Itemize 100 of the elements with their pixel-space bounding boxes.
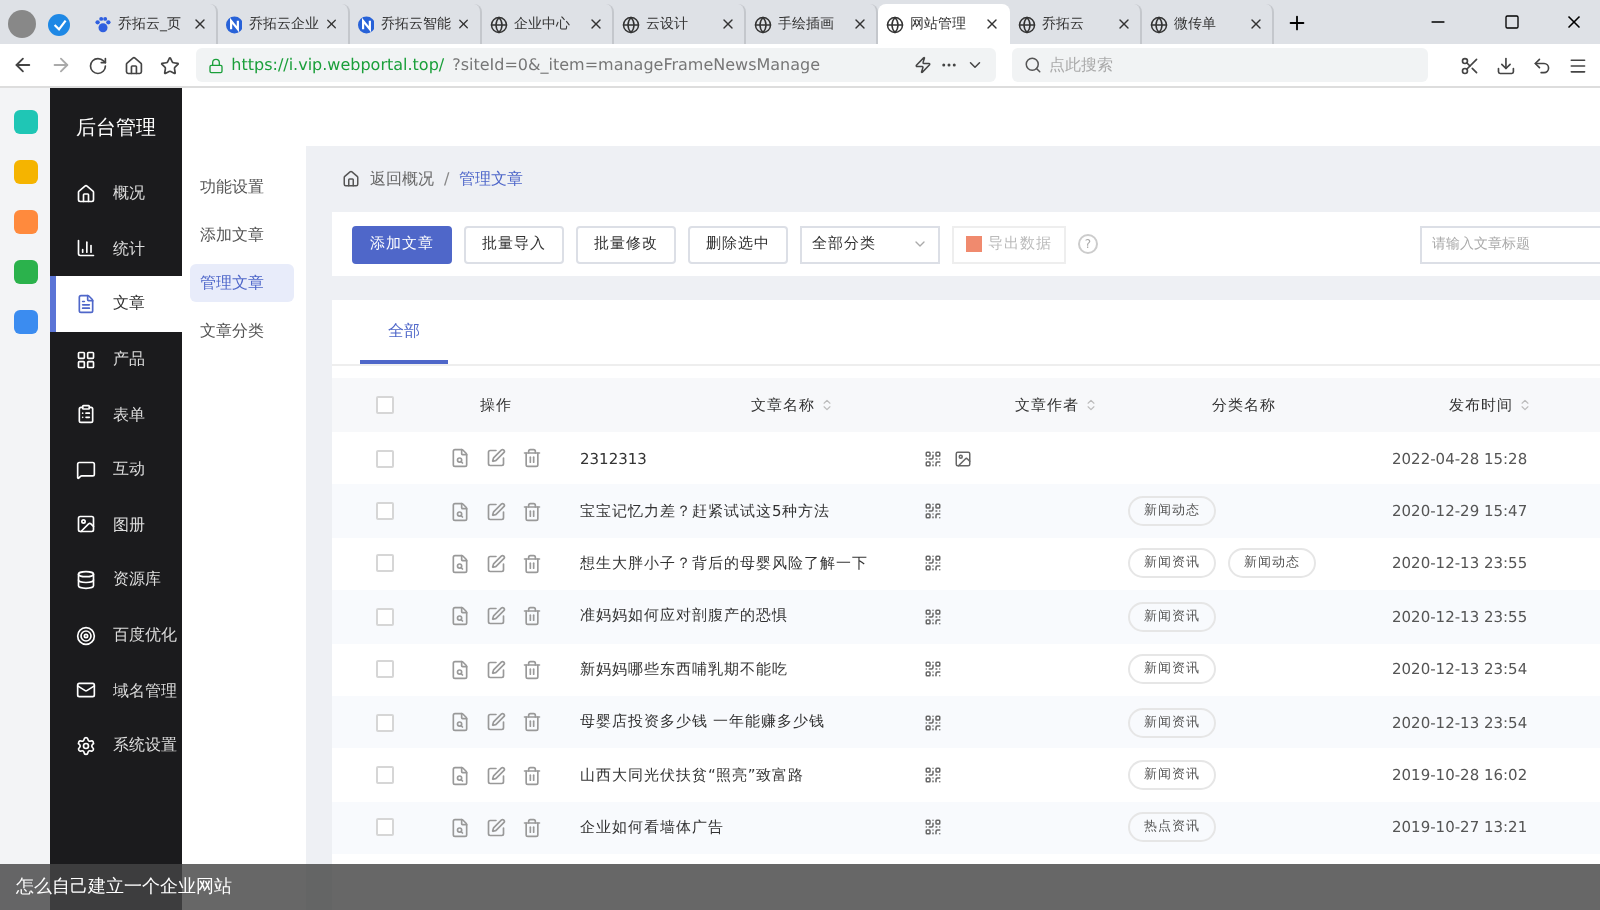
content-tab[interactable]: 全部: [360, 300, 448, 364]
qr-code-icon[interactable]: [924, 818, 942, 837]
grid-icon: [76, 349, 97, 370]
delete-icon[interactable]: [522, 606, 542, 627]
url-text: ?siteId=0&_item=manageFrameNewsManage: [452, 56, 823, 74]
sort-icon[interactable]: [1517, 398, 1531, 412]
checkbox[interactable]: [375, 818, 393, 837]
edit-icon[interactable]: [486, 501, 506, 522]
scissors-icon[interactable]: [1460, 55, 1481, 75]
browser-logo-icon: [48, 14, 70, 36]
address-field[interactable]: https://i.vip.webportal.top/ ?siteId=0&_item=manageFrameNewsManage: [195, 48, 996, 82]
delete-icon[interactable]: [522, 659, 542, 680]
edit-icon[interactable]: [486, 712, 506, 733]
view-icon[interactable]: [450, 448, 470, 469]
target-icon: [76, 625, 97, 646]
sort-icon[interactable]: [819, 398, 833, 412]
close-icon[interactable]: [1564, 12, 1584, 32]
sidebar-item[interactable]: 概况: [50, 166, 183, 222]
delete-icon[interactable]: [522, 712, 542, 733]
edit-icon[interactable]: [486, 659, 506, 680]
view-icon[interactable]: [450, 712, 470, 733]
breadcrumb-link[interactable]: 返回概况: [370, 168, 434, 190]
forward-icon[interactable]: [49, 54, 72, 76]
extension-icon[interactable]: [13, 210, 38, 234]
sort-icon[interactable]: [1083, 398, 1097, 412]
sidebar-item[interactable]: 百度优化: [50, 607, 183, 663]
close-icon[interactable]: [192, 16, 208, 32]
sidebar-item[interactable]: 图册: [50, 497, 183, 553]
checkbox[interactable]: [375, 713, 393, 732]
qr-code-icon[interactable]: [924, 660, 942, 679]
qr-code-icon[interactable]: [924, 766, 942, 785]
close-icon[interactable]: [984, 16, 1000, 32]
extension-icon[interactable]: [13, 160, 38, 184]
close-icon[interactable]: [1116, 16, 1132, 32]
extension-icon[interactable]: [13, 310, 38, 334]
close-icon[interactable]: [720, 16, 736, 32]
view-icon[interactable]: [450, 817, 470, 838]
sidebar-item[interactable]: 表单: [50, 386, 183, 442]
delete-icon[interactable]: [522, 765, 542, 786]
sidebar-item[interactable]: 产品: [50, 331, 183, 387]
sidebar-item[interactable]: 资源库: [50, 552, 183, 608]
logo-icon: [226, 15, 243, 33]
close-icon[interactable]: [456, 16, 472, 32]
view-icon[interactable]: [450, 659, 470, 680]
checkbox[interactable]: [375, 766, 393, 785]
checkbox[interactable]: [375, 396, 393, 414]
extension-icon[interactable]: [13, 110, 38, 134]
delete-icon[interactable]: [522, 501, 542, 522]
delete-icon[interactable]: [522, 817, 542, 838]
submenu-item[interactable]: 功能设置: [190, 168, 294, 206]
menu-icon[interactable]: [1568, 55, 1589, 75]
sidebar-title: 后台管理: [74, 115, 159, 143]
qr-code-icon[interactable]: [924, 449, 942, 468]
submenu-item[interactable]: 添加文章: [190, 216, 294, 254]
home-icon[interactable]: [123, 55, 144, 75]
sidebar-item[interactable]: 互动: [50, 441, 183, 498]
delete-icon[interactable]: [522, 553, 542, 574]
edit-icon[interactable]: [486, 606, 506, 627]
close-icon[interactable]: [1248, 16, 1264, 32]
globe-icon: [622, 15, 640, 33]
sidebar-item[interactable]: 域名管理: [50, 662, 183, 718]
view-icon[interactable]: [450, 501, 470, 522]
view-icon[interactable]: [450, 765, 470, 786]
edit-icon[interactable]: [486, 817, 506, 838]
bookmark-icon[interactable]: [159, 55, 180, 75]
new-tab-icon[interactable]: [1286, 12, 1308, 34]
undo-icon[interactable]: [1532, 55, 1553, 75]
lightning-icon[interactable]: [913, 56, 932, 74]
checkbox[interactable]: [375, 660, 393, 679]
qr-code-icon[interactable]: [924, 713, 942, 732]
checkbox[interactable]: [375, 449, 393, 468]
image-icon[interactable]: [954, 449, 972, 468]
qr-code-icon[interactable]: [924, 502, 942, 521]
submenu-item[interactable]: 文章分类: [190, 312, 294, 350]
download-icon[interactable]: [1496, 55, 1517, 75]
delete-icon[interactable]: [522, 448, 542, 469]
close-icon[interactable]: [852, 16, 868, 32]
edit-icon[interactable]: [486, 448, 506, 469]
maximize-icon[interactable]: [1504, 14, 1520, 30]
checkbox[interactable]: [375, 607, 393, 626]
sidebar-item[interactable]: 文章: [50, 276, 183, 332]
sidebar-item[interactable]: 系统设置: [50, 717, 183, 774]
checkbox[interactable]: [375, 554, 393, 573]
qr-code-icon[interactable]: [924, 554, 942, 573]
submenu-item[interactable]: 管理文章: [190, 264, 294, 302]
qr-code-icon[interactable]: [924, 607, 942, 626]
back-icon[interactable]: [12, 54, 34, 76]
chat-icon: [76, 459, 97, 480]
edit-icon[interactable]: [486, 765, 506, 786]
extension-icon[interactable]: [13, 260, 38, 284]
refresh-icon[interactable]: [87, 55, 108, 75]
chevron-icon[interactable]: [965, 56, 984, 74]
logo-icon: [358, 15, 375, 33]
edit-icon[interactable]: [486, 553, 506, 574]
view-icon[interactable]: [450, 553, 470, 574]
close-icon[interactable]: [588, 16, 604, 32]
close-icon[interactable]: [324, 16, 340, 32]
sidebar-item[interactable]: 统计: [50, 221, 183, 277]
view-icon[interactable]: [450, 606, 470, 627]
checkbox[interactable]: [375, 502, 393, 521]
